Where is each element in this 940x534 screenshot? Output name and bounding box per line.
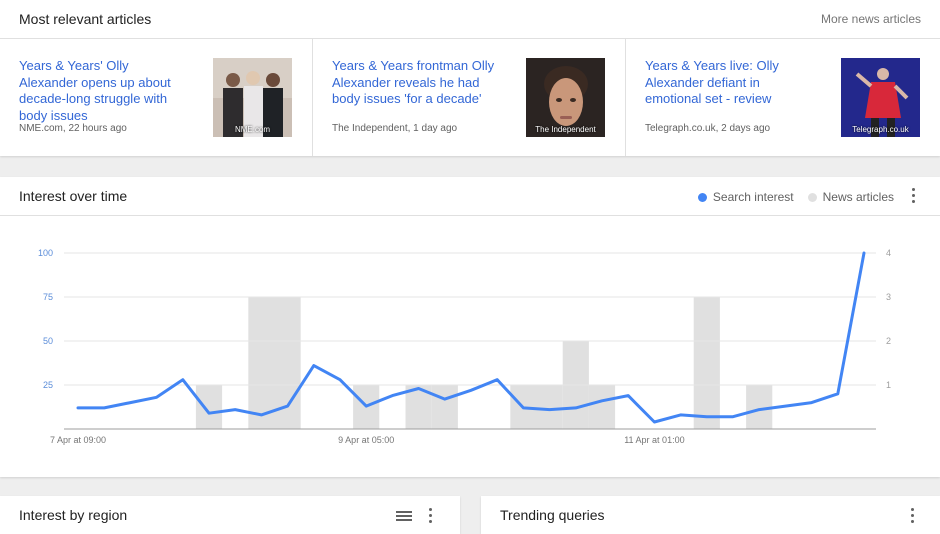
search-interest-dot-icon xyxy=(697,192,707,202)
more-news-articles-link[interactable]: More news articles xyxy=(821,12,921,26)
x-tick-label: 7 Apr at 09:00 xyxy=(50,435,106,445)
article-source: Telegraph.co.uk, 2 days ago xyxy=(645,123,771,134)
legend-search-interest[interactable]: Search interest xyxy=(697,190,794,204)
y-left-tick-label: 100 xyxy=(38,248,53,258)
article-item[interactable]: Years & Years live: Olly Alexander defia… xyxy=(626,39,940,156)
thumbnail-caption: The Independent xyxy=(535,125,596,134)
news-articles-bar xyxy=(195,385,223,429)
x-tick-label: 9 Apr at 05:00 xyxy=(338,435,394,445)
more-options-icon[interactable] xyxy=(911,508,915,524)
news-articles-bar xyxy=(248,297,275,429)
article-title[interactable]: Years & Years' Olly Alexander opens up a… xyxy=(19,58,189,124)
thumbnail-caption: Telegraph.co.uk xyxy=(852,125,909,134)
y-right-tick-label: 4 xyxy=(886,248,891,258)
legend-news-articles[interactable]: News articles xyxy=(807,190,894,204)
interest-chart[interactable]: 25 50 75 100 1 2 3 4 7 Apr at 09:00 9 Apr at 05:0… xyxy=(0,215,940,477)
thumbnail-caption: NME.com xyxy=(234,125,271,134)
y-right-tick-label: 2 xyxy=(886,336,891,346)
article-thumbnail[interactable]: Telegraph.co.uk xyxy=(841,58,920,137)
article-item[interactable]: Years & Years frontman Olly Alexander re… xyxy=(313,39,626,156)
news-articles-bar xyxy=(536,385,563,429)
trending-queries-title: Trending queries xyxy=(500,507,605,523)
x-tick-label: 11 Apr at 01:00 xyxy=(624,435,684,445)
y-left-tick-label: 75 xyxy=(43,292,53,302)
article-title[interactable]: Years & Years frontman Olly Alexander re… xyxy=(332,58,502,108)
y-right-tick-label: 3 xyxy=(886,292,891,302)
articles-list: Years & Years' Olly Alexander opens up a… xyxy=(0,39,940,156)
chart-legend: Search interest News articles xyxy=(684,190,894,204)
interest-by-region-title: Interest by region xyxy=(19,507,128,523)
interest-by-region-card: Interest by region xyxy=(0,496,460,534)
articles-title: Most relevant articles xyxy=(19,11,152,27)
article-source: NME.com, 22 hours ago xyxy=(19,123,127,134)
y-right-tick-label: 1 xyxy=(886,380,891,390)
article-source: The Independent, 1 day ago xyxy=(332,123,458,134)
news-articles-bar xyxy=(588,385,616,429)
articles-header: Most relevant articles More news article… xyxy=(0,0,940,39)
y-left-tick-label: 50 xyxy=(43,336,53,346)
more-options-icon[interactable] xyxy=(912,188,916,204)
news-articles-bar xyxy=(693,297,720,429)
article-thumbnail[interactable]: NME.com xyxy=(213,58,292,137)
more-options-icon[interactable] xyxy=(429,508,433,524)
interest-over-time-title: Interest over time xyxy=(19,188,128,204)
interest-over-time-card: Interest over time Search interest News … xyxy=(0,177,940,477)
trending-queries-card: Trending queries xyxy=(481,496,940,534)
articles-card: Most relevant articles More news article… xyxy=(0,0,940,156)
news-articles-bar xyxy=(431,385,458,429)
legend-news-label: News articles xyxy=(822,190,894,204)
y-left-tick-label: 25 xyxy=(43,380,53,390)
article-item[interactable]: Years & Years' Olly Alexander opens up a… xyxy=(0,39,313,156)
legend-search-label: Search interest xyxy=(712,190,794,204)
article-title[interactable]: Years & Years live: Olly Alexander defia… xyxy=(645,58,815,108)
list-view-icon[interactable] xyxy=(396,511,412,523)
news-articles-dot-icon xyxy=(807,192,817,202)
interest-over-time-header: Interest over time Search interest News … xyxy=(0,177,940,216)
article-thumbnail[interactable]: The Independent xyxy=(526,58,605,137)
